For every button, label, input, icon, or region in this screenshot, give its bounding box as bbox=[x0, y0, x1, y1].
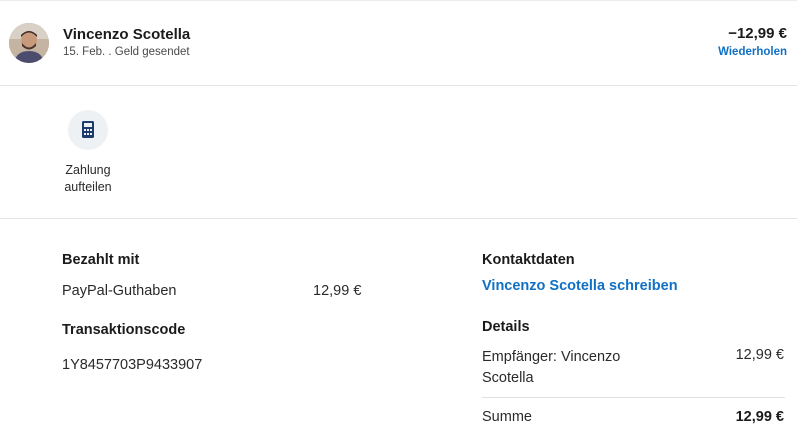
payment-amount: 12,99 € bbox=[313, 283, 362, 299]
split-payment-button[interactable]: Zahlung aufteilen bbox=[50, 104, 126, 204]
write-contact-link[interactable]: Vincenzo Scotella schreiben bbox=[482, 278, 678, 294]
details-heading: Details bbox=[482, 319, 530, 335]
split-payment-label: Zahlung aufteilen bbox=[50, 162, 126, 196]
actions-section: Zahlung aufteilen bbox=[0, 86, 797, 219]
recipient-line1: Empfänger: Vincenzo bbox=[482, 349, 621, 365]
transaction-code-heading: Transaktionscode bbox=[62, 322, 186, 338]
transaction-header: Vincenzo Scotella 15. Feb. . Geld gesend… bbox=[0, 0, 797, 86]
avatar bbox=[9, 23, 49, 63]
sum-label: Summe bbox=[482, 409, 532, 425]
recipient-line2: Scotella bbox=[482, 370, 534, 386]
recipient-text: Empfänger: Vincenzo Scotella bbox=[482, 347, 620, 389]
contact-heading: Kontaktdaten bbox=[482, 252, 575, 268]
paid-with-heading: Bezahlt mit bbox=[62, 252, 140, 268]
payment-method: PayPal-Guthaben bbox=[62, 283, 177, 299]
transaction-subtitle: 15. Feb. . Geld gesendet bbox=[63, 46, 190, 58]
details-divider bbox=[482, 397, 785, 398]
split-payment-icon-circle bbox=[68, 110, 108, 150]
repeat-link[interactable]: Wiederholen bbox=[718, 46, 787, 58]
split-payment-label-line2: aufteilen bbox=[64, 180, 112, 194]
transaction-amount: −12,99 € bbox=[728, 25, 787, 42]
details-section: Bezahlt mit PayPal-Guthaben 12,99 € Tran… bbox=[0, 219, 797, 444]
split-payment-label-line1: Zahlung bbox=[65, 163, 111, 177]
calculator-icon bbox=[82, 121, 94, 138]
transaction-code: 1Y8457703P9433907 bbox=[62, 357, 203, 373]
transaction-card: Vincenzo Scotella 15. Feb. . Geld gesend… bbox=[0, 0, 797, 444]
sum-amount: 12,99 € bbox=[735, 409, 784, 425]
contact-name[interactable]: Vincenzo Scotella bbox=[63, 26, 190, 43]
recipient-amount: 12,99 € bbox=[735, 347, 784, 363]
avatar-photo-icon bbox=[9, 23, 49, 63]
